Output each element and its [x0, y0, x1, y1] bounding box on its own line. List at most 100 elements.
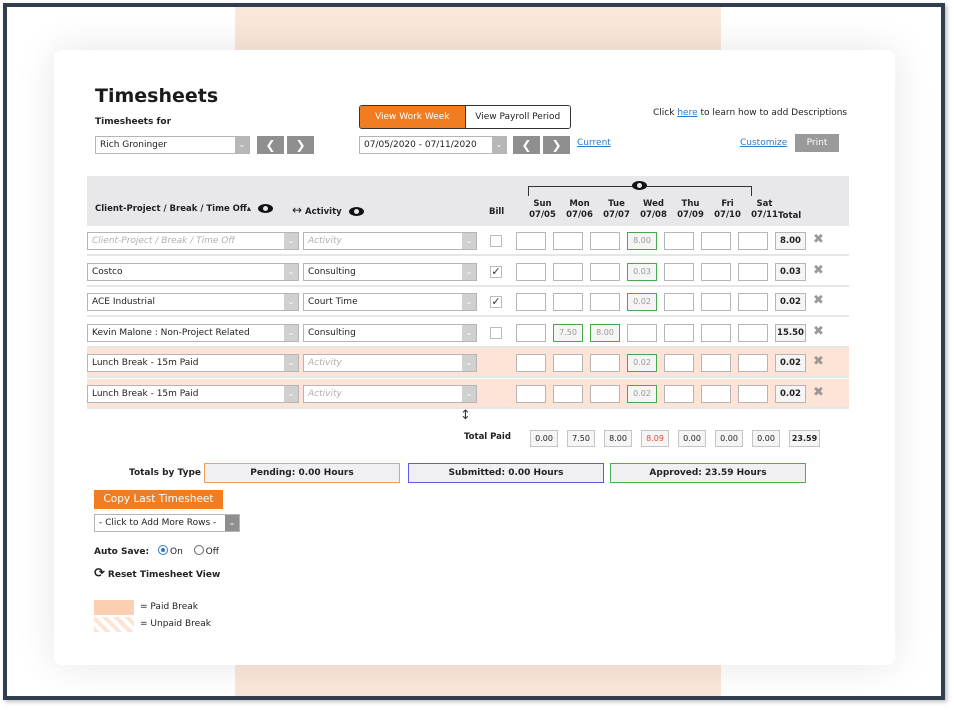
activity-select[interactable]: Activity ⌄ — [303, 384, 477, 403]
hours-input[interactable] — [553, 384, 583, 403]
hours-input[interactable] — [701, 323, 731, 342]
billable-checkbox[interactable]: ✓ — [490, 296, 502, 308]
prev-week-button[interactable]: ❮ — [513, 136, 540, 154]
hours-input[interactable] — [701, 293, 731, 311]
hours-input[interactable] — [516, 232, 546, 250]
eye-icon[interactable] — [348, 207, 364, 216]
hours-input[interactable] — [553, 293, 583, 311]
next-week-button[interactable]: ❯ — [543, 136, 570, 154]
prev-employee-button[interactable]: ❮ — [257, 136, 284, 154]
hours-input[interactable] — [516, 293, 546, 311]
hours-input[interactable] — [701, 354, 731, 372]
hours-input[interactable] — [664, 384, 694, 403]
hours-input[interactable] — [664, 232, 694, 250]
hours-input[interactable] — [627, 323, 657, 342]
copy-last-timesheet-button[interactable]: Copy Last Timesheet — [94, 490, 223, 509]
hours-input[interactable] — [516, 262, 546, 281]
activity-select[interactable]: Consulting ⌄ — [303, 323, 477, 342]
hours-input[interactable] — [664, 323, 694, 342]
hours-input[interactable] — [738, 384, 768, 403]
hours-input[interactable] — [590, 384, 620, 403]
customize-link[interactable]: Customize — [740, 138, 787, 148]
hours-input[interactable] — [590, 262, 620, 281]
client-project-header[interactable]: Client-Project / Break / Time Off▴ — [95, 204, 274, 214]
activity-header[interactable]: ↔ Activity — [292, 203, 364, 217]
view-toggle: View Work Week View Payroll Period — [359, 105, 571, 129]
hours-input[interactable] — [553, 232, 583, 250]
billable-checkbox[interactable] — [490, 326, 502, 339]
billable-checkbox[interactable] — [490, 235, 502, 247]
total-paid-day: 8.00 — [604, 430, 632, 447]
hours-input[interactable] — [590, 293, 620, 311]
column-resize-icon[interactable]: ↔ — [292, 203, 302, 217]
client-project-select[interactable]: Client-Project / Break / Time Off ⌄ — [87, 232, 299, 250]
row-resize-icon[interactable]: ↕ — [460, 408, 471, 423]
client-project-select[interactable]: Kevin Malone : Non-Project Related ⌄ — [87, 323, 299, 342]
activity-select[interactable]: Consulting ⌄ — [303, 262, 477, 281]
client-project-select[interactable]: Lunch Break - 15m Paid ⌄ — [87, 354, 299, 372]
hours-input[interactable]: 8.00 — [590, 323, 620, 342]
auto-save-on-radio[interactable]: On — [158, 545, 183, 557]
hours-input[interactable]: 8.00 — [627, 232, 657, 250]
auto-save-off-radio[interactable]: Off — [193, 545, 219, 557]
client-project-placeholder: Client-Project / Break / Time Off — [92, 236, 235, 246]
hours-input[interactable] — [701, 262, 731, 281]
chevron-down-icon: ⌄ — [284, 324, 298, 341]
current-link[interactable]: Current — [577, 138, 611, 148]
date-range-select[interactable]: 07/05/2020 - 07/11/2020 ⌄ — [359, 136, 507, 154]
bill-header: Bill — [489, 207, 505, 217]
day-date: 07/09 — [677, 210, 704, 220]
hours-input[interactable] — [701, 384, 731, 403]
hours-input[interactable] — [590, 232, 620, 250]
chevron-down-icon: ⌄ — [284, 385, 298, 402]
help-here-link[interactable]: here — [677, 108, 697, 118]
delete-row-icon[interactable]: ✖ — [813, 232, 824, 247]
hours-input[interactable]: 0.02 — [627, 293, 657, 311]
hours-input[interactable] — [590, 354, 620, 372]
client-project-select[interactable]: Costco ⌄ — [87, 262, 299, 281]
eye-icon[interactable] — [632, 181, 647, 190]
reset-timesheet-view-button[interactable]: ⟳ Reset Timesheet View — [94, 566, 220, 581]
delete-row-icon[interactable]: ✖ — [813, 385, 824, 400]
hours-input[interactable] — [701, 232, 731, 250]
activity-select[interactable]: Court Time ⌄ — [303, 293, 477, 311]
hours-input[interactable] — [738, 293, 768, 311]
delete-row-icon[interactable]: ✖ — [813, 354, 824, 369]
activity-value: Court Time — [308, 297, 358, 307]
hours-input[interactable] — [516, 384, 546, 403]
billable-checkbox[interactable]: ✓ — [490, 265, 502, 278]
row-total: 8.00 — [775, 232, 806, 250]
chevron-down-icon: ⌄ — [284, 263, 298, 280]
hours-input[interactable] — [664, 354, 694, 372]
delete-row-icon[interactable]: ✖ — [813, 324, 824, 339]
hours-input[interactable] — [553, 354, 583, 372]
page-title: Timesheets — [95, 85, 219, 107]
hours-input[interactable] — [738, 323, 768, 342]
add-rows-select[interactable]: - Click to Add More Rows - ⌄ — [94, 514, 240, 532]
client-project-select[interactable]: Lunch Break - 15m Paid ⌄ — [87, 384, 299, 403]
hours-input[interactable] — [664, 262, 694, 281]
delete-row-icon[interactable]: ✖ — [813, 293, 824, 308]
hours-input[interactable]: 0.03 — [627, 262, 657, 281]
view-work-week-button[interactable]: View Work Week — [360, 106, 465, 128]
hours-input[interactable]: 0.02 — [627, 384, 657, 403]
eye-icon[interactable] — [258, 204, 274, 213]
hours-input[interactable] — [516, 323, 546, 342]
activity-select[interactable]: Activity ⌄ — [303, 354, 477, 372]
client-project-select[interactable]: ACE Industrial ⌄ — [87, 293, 299, 311]
employee-select[interactable]: Rich Groninger ⌄ — [95, 136, 250, 154]
hours-input[interactable]: 0.02 — [627, 354, 657, 372]
hours-input[interactable] — [664, 293, 694, 311]
hours-input[interactable] — [738, 232, 768, 250]
next-employee-button[interactable]: ❯ — [287, 136, 314, 154]
hours-input[interactable]: 7.50 — [553, 323, 583, 342]
hours-input[interactable] — [553, 262, 583, 281]
delete-row-icon[interactable]: ✖ — [813, 263, 824, 278]
activity-select[interactable]: Activity ⌄ — [303, 232, 477, 250]
hours-input[interactable] — [738, 262, 768, 281]
day-name: Fri — [721, 199, 734, 209]
print-button[interactable]: Print — [795, 134, 839, 152]
hours-input[interactable] — [738, 354, 768, 372]
view-payroll-period-button[interactable]: View Payroll Period — [464, 106, 570, 128]
hours-input[interactable] — [516, 354, 546, 372]
